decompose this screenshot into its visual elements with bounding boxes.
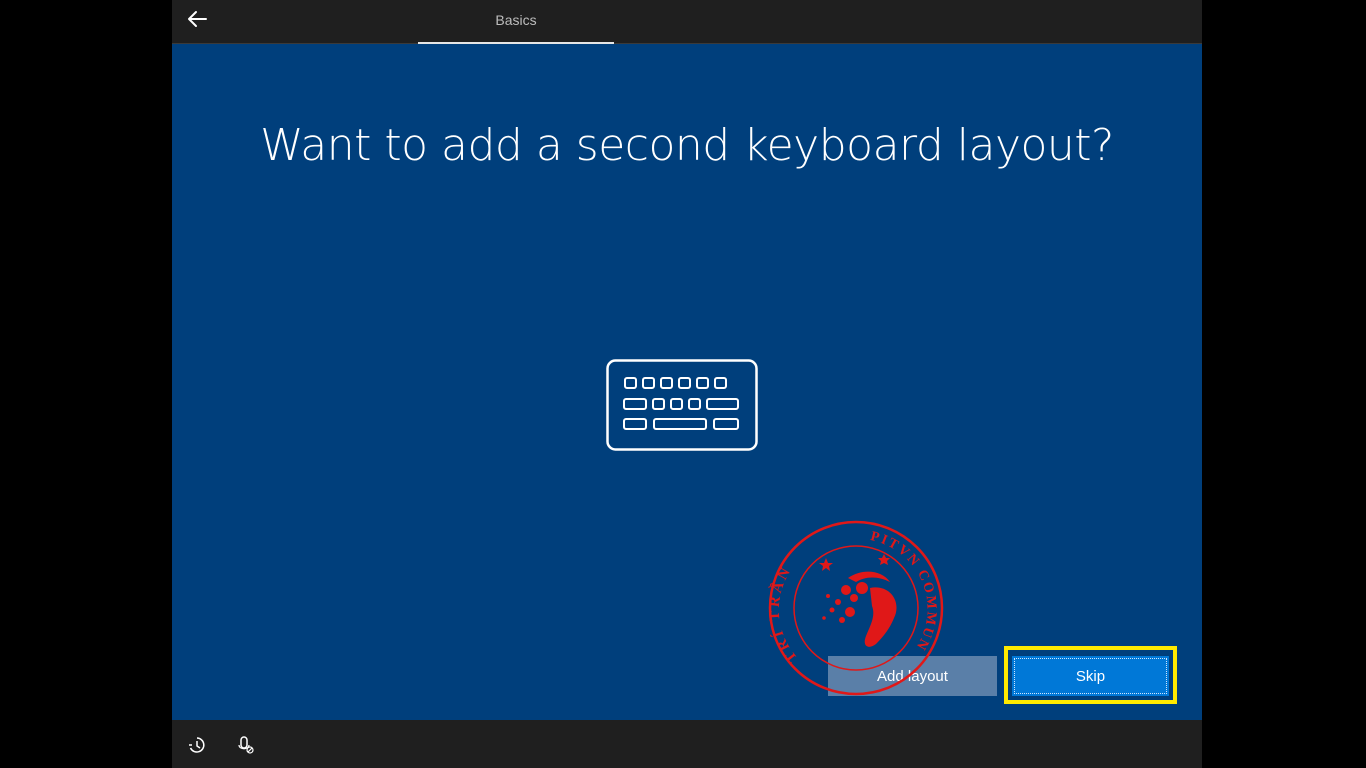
keyboard-icon [606,359,758,451]
ease-of-access-icon[interactable] [186,734,208,756]
top-bar: Basics [172,0,1202,44]
watermark-text-left: TRÍ TRẦN [767,563,798,666]
svg-text:TRÍ TRẦN: TRÍ TRẦN [767,563,801,666]
watermark-text-right: PITVN COMMUNITY [760,507,937,654]
bottom-bar [172,720,1202,768]
tab-basics[interactable]: Basics [418,0,614,44]
microphone-icon[interactable] [234,734,256,756]
oobe-window: Basics Want to add a second keyboard lay… [172,0,1202,768]
svg-text:PITVN COMMUNITY: PITVN COMMUNITY [766,518,939,654]
back-button[interactable] [182,6,212,36]
tab-basics-label: Basics [495,12,537,28]
main-panel: Want to add a second keyboard layout? Ad… [172,44,1202,720]
skip-button[interactable]: Skip [1012,656,1169,696]
add-layout-button[interactable]: Add layout [828,656,997,696]
arrow-left-icon [186,10,208,32]
page-title: Want to add a second keyboard layout? [260,120,1114,171]
